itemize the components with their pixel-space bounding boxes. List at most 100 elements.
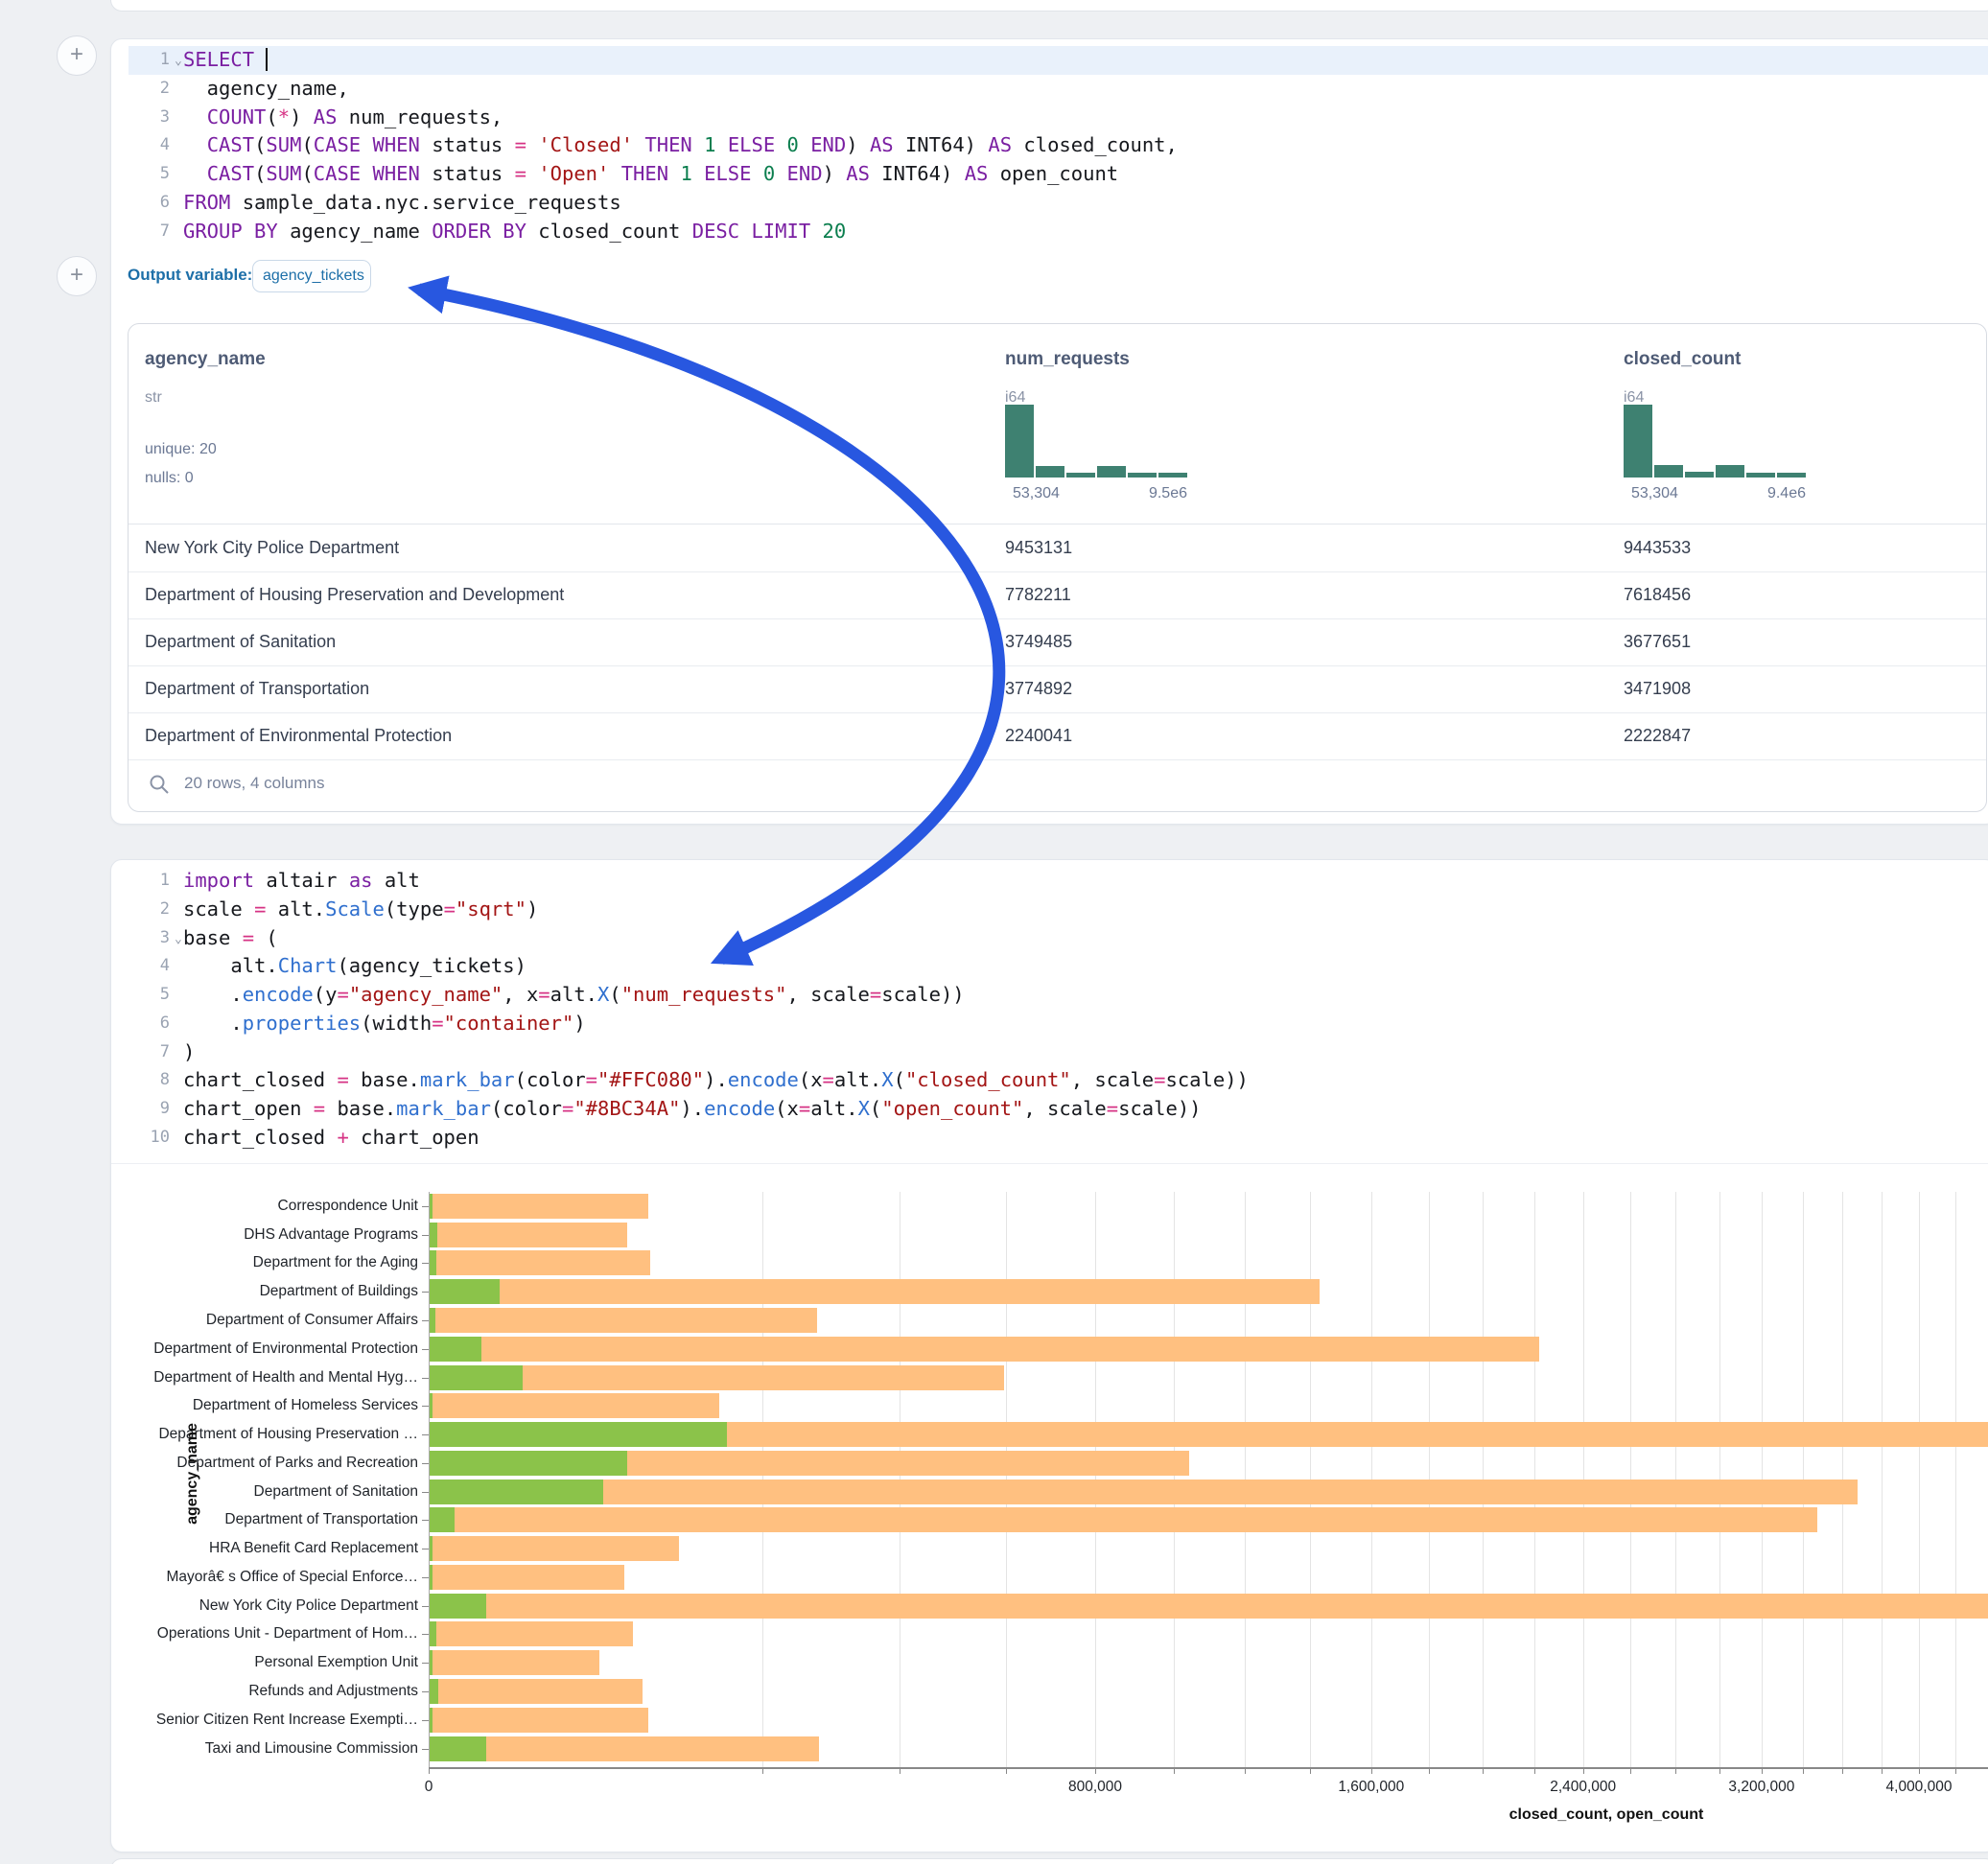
x-axis-label: 3,200,000	[1728, 1779, 1794, 1796]
column-stat-unique: unique: 20	[145, 441, 217, 458]
code-line[interactable]: 4 alt.Chart(agency_tickets)	[129, 952, 1988, 981]
code-line[interactable]: 3 COUNT(*) AS num_requests,	[129, 104, 1988, 132]
bar-closed_count[interactable]	[429, 1708, 648, 1733]
bar-closed_count[interactable]	[429, 1736, 819, 1761]
cell-agency-name: Department of Transportation	[145, 665, 369, 712]
bar-closed_count[interactable]	[429, 1250, 650, 1275]
bar-open_count[interactable]	[429, 1736, 486, 1761]
x-axis-tick	[1429, 1767, 1430, 1774]
bar-open_count[interactable]	[429, 1621, 436, 1646]
bar-open_count[interactable]	[429, 1594, 486, 1619]
y-axis-label: HRA Benefit Card Replacement	[130, 1540, 418, 1557]
output-variable-chip[interactable]: agency_tickets	[252, 260, 371, 292]
search-icon[interactable]	[148, 773, 171, 796]
bar-closed_count[interactable]	[429, 1194, 648, 1219]
code-line[interactable]: 10chart_closed + chart_open	[129, 1124, 1988, 1153]
histogram-bar	[1716, 465, 1744, 478]
bar-open_count[interactable]	[429, 1250, 436, 1275]
code-line[interactable]: 1⌄SELECT	[129, 46, 1988, 75]
y-axis-label: Correspondence Unit	[130, 1198, 418, 1215]
bar-closed_count[interactable]	[429, 1679, 643, 1704]
code-line[interactable]: 6 .properties(width="container")	[129, 1010, 1988, 1038]
y-axis-label: Senior Citizen Rent Increase Exempti…	[130, 1712, 418, 1729]
bar-closed_count[interactable]	[429, 1223, 627, 1247]
fold-chevron-icon[interactable]: ⌄	[175, 47, 182, 76]
column-header-agency-name[interactable]: agency_name	[145, 349, 266, 370]
bar-closed_count[interactable]	[429, 1594, 1988, 1619]
histogram-bar	[1128, 473, 1157, 478]
code-line[interactable]: 2scale = alt.Scale(type="sqrt")	[129, 896, 1988, 924]
bar-open_count[interactable]	[429, 1480, 603, 1504]
table-row[interactable]: Department of Housing Preservation and D…	[129, 571, 1986, 619]
bar-open_count[interactable]	[429, 1451, 627, 1476]
histogram-closed-count[interactable]	[1624, 405, 1806, 478]
bar-closed_count[interactable]	[429, 1393, 719, 1418]
bar-open_count[interactable]	[429, 1507, 455, 1532]
bar-closed_count[interactable]	[429, 1279, 1320, 1304]
code-line[interactable]: 5 .encode(y="agency_name", x=alt.X("num_…	[129, 981, 1988, 1010]
line-number: 4	[129, 131, 170, 160]
table-row[interactable]: New York City Police Department945313194…	[129, 524, 1986, 572]
gridline	[1955, 1192, 1956, 1767]
column-header-num-requests[interactable]: num_requests	[1005, 349, 1130, 370]
line-number: 2	[129, 896, 170, 924]
x-axis-label: 4,000,000	[1886, 1779, 1953, 1796]
histogram-max-label: 9.4e6	[1624, 485, 1806, 502]
bar-open_count[interactable]	[429, 1279, 500, 1304]
table-row[interactable]: Department of Transportation377489234719…	[129, 665, 1986, 713]
line-number: 7	[129, 1038, 170, 1067]
bar-closed_count[interactable]	[429, 1536, 679, 1561]
add-cell-button-middle[interactable]: +	[57, 256, 97, 296]
code-line[interactable]: 1import altair as alt	[129, 867, 1988, 896]
cell-num-requests: 7782211	[1005, 571, 1071, 618]
code-line[interactable]: 7GROUP BY agency_name ORDER BY closed_co…	[129, 218, 1988, 246]
line-number: 2	[129, 75, 170, 104]
bar-open_count[interactable]	[429, 1422, 727, 1447]
histogram-num-requests[interactable]	[1005, 405, 1187, 478]
y-axis-label: Department of Homeless Services	[130, 1397, 418, 1414]
bar-open_count[interactable]	[429, 1679, 438, 1704]
histogram-bar	[1685, 472, 1714, 478]
python-editor[interactable]: 1import altair as alt2scale = alt.Scale(…	[129, 867, 1988, 1153]
y-axis-label: Department of Transportation	[130, 1511, 418, 1528]
line-number: 6	[129, 189, 170, 218]
code-line[interactable]: 3⌄base = (	[129, 924, 1988, 953]
y-axis-label: Department of Housing Preservation …	[130, 1426, 418, 1443]
bar-open_count[interactable]	[429, 1365, 523, 1390]
x-axis-label: 800,000	[1068, 1779, 1122, 1796]
y-axis-tick	[422, 1378, 429, 1379]
bar-closed_count[interactable]	[429, 1650, 599, 1675]
y-axis-tick	[422, 1492, 429, 1493]
y-axis-label: Personal Exemption Unit	[130, 1654, 418, 1671]
y-axis-tick	[422, 1320, 429, 1321]
code-line[interactable]: 6FROM sample_data.nyc.service_requests	[129, 189, 1988, 218]
bar-open_count[interactable]	[429, 1308, 435, 1333]
add-cell-button-top[interactable]: +	[57, 35, 97, 76]
bar-closed_count[interactable]	[429, 1565, 624, 1590]
y-axis-tick	[422, 1349, 429, 1350]
code-line[interactable]: 4 CAST(SUM(CASE WHEN status = 'Closed' T…	[129, 131, 1988, 160]
cell-closed-count: 3677651	[1624, 618, 1691, 665]
code-line[interactable]: 7)	[129, 1038, 1988, 1067]
table-row[interactable]: Department of Environmental Protection22…	[129, 712, 1986, 760]
column-header-closed-count[interactable]: closed_count	[1624, 349, 1741, 370]
bar-closed_count[interactable]	[429, 1480, 1858, 1504]
code-line[interactable]: 2 agency_name,	[129, 75, 1988, 104]
sql-editor[interactable]: 1⌄SELECT 2 agency_name,3 COUNT(*) AS num…	[129, 46, 1988, 245]
bar-closed_count[interactable]	[429, 1507, 1817, 1532]
code-line[interactable]: 9chart_open = base.mark_bar(color="#8BC3…	[129, 1095, 1988, 1124]
line-number: 4	[129, 952, 170, 981]
x-axis-tick	[1842, 1767, 1843, 1774]
bar-closed_count[interactable]	[429, 1308, 817, 1333]
x-axis-tick	[1762, 1767, 1763, 1774]
code-line[interactable]: 5 CAST(SUM(CASE WHEN status = 'Open' THE…	[129, 160, 1988, 189]
table-row[interactable]: Department of Sanitation37494853677651	[129, 618, 1986, 666]
code-line[interactable]: 8chart_closed = base.mark_bar(color="#FF…	[129, 1066, 1988, 1095]
bar-open_count[interactable]	[429, 1337, 481, 1362]
bar-open_count[interactable]	[429, 1223, 437, 1247]
bar-closed_count[interactable]	[429, 1337, 1539, 1362]
column-type-agency-name: str	[145, 389, 162, 407]
y-axis-tick	[422, 1463, 429, 1464]
bar-closed_count[interactable]	[429, 1621, 633, 1646]
fold-chevron-icon[interactable]: ⌄	[175, 925, 182, 954]
